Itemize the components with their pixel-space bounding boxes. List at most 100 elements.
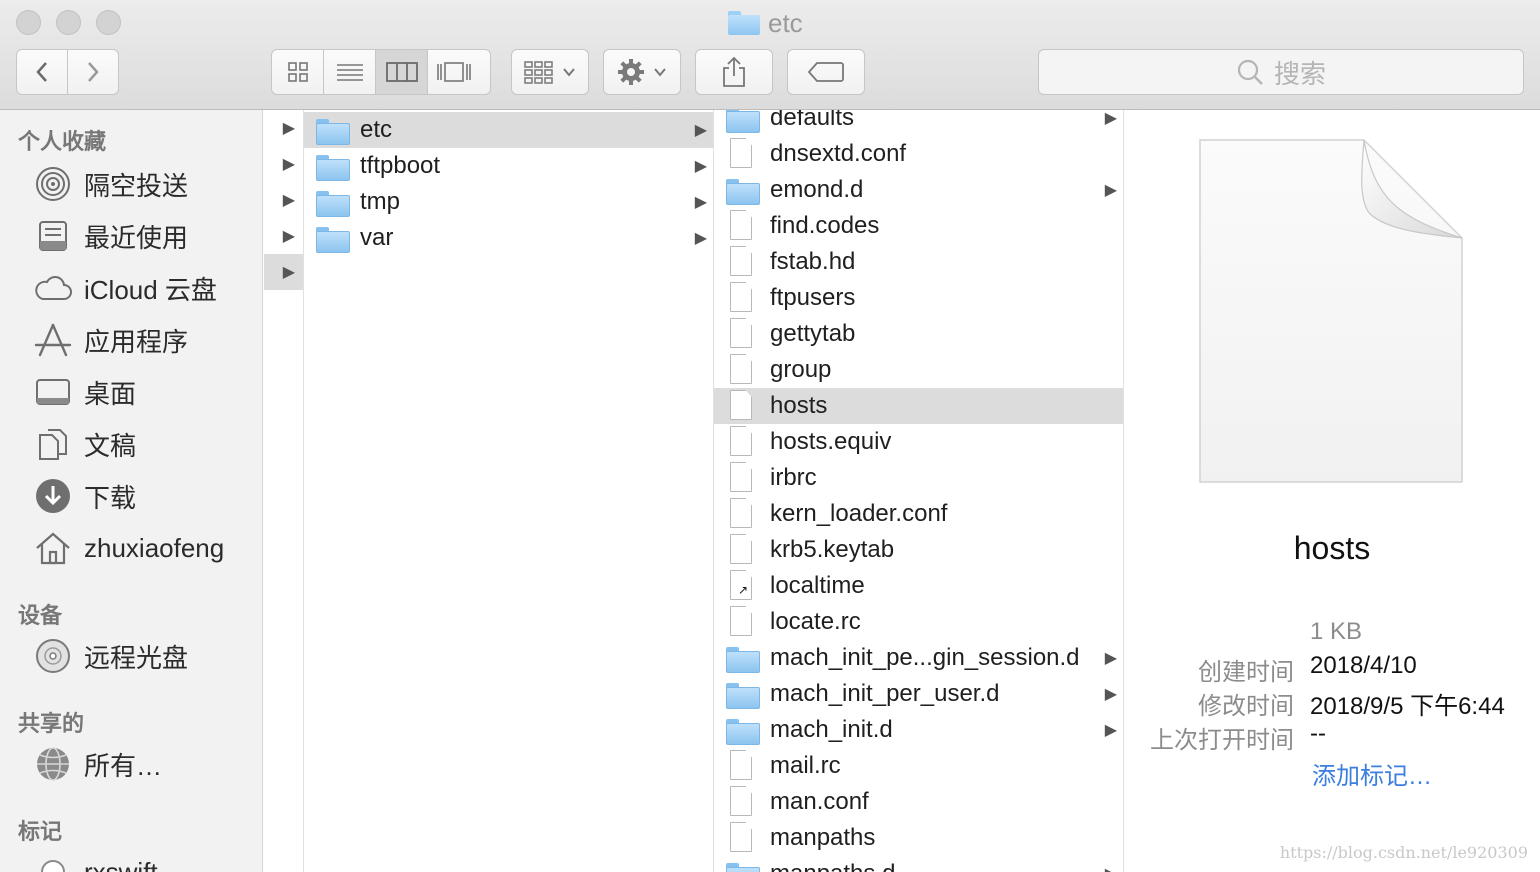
close-window-button[interactable] xyxy=(16,10,41,35)
sidebar-item-tag-rxswift[interactable]: rxswift xyxy=(34,850,158,872)
forward-button[interactable] xyxy=(68,50,118,94)
share-icon xyxy=(723,56,745,87)
list-item[interactable]: ▶ xyxy=(264,218,303,254)
sidebar-item-remote-disc[interactable]: 远程光盘 xyxy=(34,634,188,678)
file-row[interactable]: man.conf xyxy=(714,784,1123,820)
sidebar-item-all-shared[interactable]: 所有… xyxy=(34,742,162,786)
file-row[interactable]: krb5.keytab xyxy=(714,532,1123,568)
tag-icon xyxy=(807,62,844,82)
folder-icon xyxy=(726,110,760,133)
file-icon xyxy=(726,822,758,852)
last-opened-value: -- xyxy=(1310,720,1326,747)
list-view-button[interactable] xyxy=(324,50,376,94)
item-name: mach_init.d xyxy=(770,716,893,743)
folder-row[interactable]: defaults ▶ xyxy=(714,110,1123,136)
sidebar-item-label: 下载 xyxy=(84,482,137,513)
action-button[interactable] xyxy=(603,49,681,95)
sidebar-item-label: 隔空投送 xyxy=(84,170,189,201)
file-row[interactable]: ftpusers xyxy=(714,280,1123,316)
file-row[interactable]: hosts xyxy=(714,388,1123,424)
back-button[interactable] xyxy=(17,50,68,94)
file-row[interactable]: hosts.equiv xyxy=(714,424,1123,460)
disclosure-arrow-icon: ▶ xyxy=(1104,722,1117,739)
item-name: dnsextd.conf xyxy=(770,140,907,167)
list-item[interactable]: ▶ xyxy=(264,146,303,182)
item-name: etc xyxy=(360,116,393,143)
folder-row[interactable]: mach_init_pe...gin_session.d ▶ xyxy=(714,640,1123,676)
window-title: etc xyxy=(728,6,803,40)
gallery-view-icon xyxy=(437,62,471,82)
folder-row[interactable]: tmp ▶ xyxy=(304,184,713,220)
folder-row[interactable]: mach_init.d ▶ xyxy=(714,712,1123,748)
file-icon xyxy=(726,498,758,528)
file-row[interactable]: manpaths xyxy=(714,820,1123,856)
icon-view-button[interactable] xyxy=(272,50,324,94)
sidebar-item-applications[interactable]: 应用程序 xyxy=(34,318,188,362)
folder-row[interactable]: manpaths.d ▶ xyxy=(714,856,1123,872)
folder-row[interactable]: emond.d ▶ xyxy=(714,172,1123,208)
zoom-window-button[interactable] xyxy=(96,10,121,35)
item-name: tftpboot xyxy=(360,152,441,179)
disclosure-arrow-icon: ▶ xyxy=(282,156,295,173)
search-icon xyxy=(1237,59,1263,85)
file-row[interactable]: fstab.hd xyxy=(714,244,1123,280)
file-row[interactable]: locate.rc xyxy=(714,604,1123,640)
minimize-window-button[interactable] xyxy=(56,10,81,35)
file-row[interactable]: group xyxy=(714,352,1123,388)
file-row[interactable]: dnsextd.conf xyxy=(714,136,1123,172)
sidebar-item-home[interactable]: zhuxiaofeng xyxy=(34,526,224,570)
sidebar-item-recents[interactable]: 最近使用 xyxy=(34,214,188,258)
sidebar-item-airdrop[interactable]: 隔空投送 xyxy=(34,162,188,206)
file-row[interactable]: mail.rc xyxy=(714,748,1123,784)
folder-row[interactable]: mach_init_per_user.d ▶ xyxy=(714,676,1123,712)
item-name: locate.rc xyxy=(770,608,861,635)
list-item[interactable]: ▶ xyxy=(264,182,303,218)
edit-tags-button[interactable] xyxy=(787,49,865,95)
file-row[interactable]: irbrc xyxy=(714,460,1123,496)
file-icon xyxy=(726,390,758,420)
folder-icon xyxy=(316,153,350,181)
folder-icon xyxy=(316,225,350,253)
sidebar-header-tags: 标记 xyxy=(18,819,63,844)
sidebar-item-label: 远程光盘 xyxy=(84,642,189,673)
folder-icon xyxy=(316,117,350,145)
sidebar-item-documents[interactable]: 文稿 xyxy=(34,422,136,466)
gear-icon xyxy=(618,59,644,85)
list-item[interactable]: ▶ xyxy=(264,254,303,290)
add-tags-link[interactable]: 添加标记… xyxy=(1312,756,1432,791)
share-button[interactable] xyxy=(695,49,773,95)
sidebar-item-label: 文稿 xyxy=(84,430,137,461)
file-row[interactable]: ↗ localtime xyxy=(714,568,1123,604)
gallery-view-button[interactable] xyxy=(428,50,480,94)
disclosure-arrow-icon: ▶ xyxy=(1105,864,1117,872)
column-view-button[interactable] xyxy=(376,50,428,94)
item-name: man.conf xyxy=(770,788,869,815)
file-row[interactable]: kern_loader.conf xyxy=(714,496,1123,532)
item-name: hosts xyxy=(770,392,828,419)
sidebar-item-label: zhuxiaofeng xyxy=(84,532,225,563)
item-name: manpaths xyxy=(770,824,876,851)
document-icon xyxy=(1199,139,1463,483)
group-by-button[interactable] xyxy=(511,49,589,95)
folder-icon xyxy=(726,861,760,872)
disclosure-arrow-icon: ▶ xyxy=(1104,110,1117,127)
folder-row[interactable]: tftpboot ▶ xyxy=(304,148,713,184)
folder-row[interactable]: etc ▶ xyxy=(304,112,713,148)
file-row[interactable]: find.codes xyxy=(714,208,1123,244)
chevron-left-icon xyxy=(36,62,47,82)
toolbar: etc 搜索 xyxy=(0,0,1540,110)
search-field[interactable]: 搜索 xyxy=(1038,49,1524,95)
modified-value: 2018/9/5 下午6:44 xyxy=(1310,693,1505,720)
cloud-icon xyxy=(34,269,72,307)
sidebar-item-downloads[interactable]: 下载 xyxy=(34,474,136,518)
chevron-right-icon xyxy=(87,62,99,82)
item-name: find.codes xyxy=(770,212,880,239)
sidebar-item-desktop[interactable]: 桌面 xyxy=(34,370,136,414)
sidebar-item-icloud[interactable]: iCloud 云盘 xyxy=(34,266,217,310)
sidebar-header-shared: 共享的 xyxy=(18,711,85,736)
list-item[interactable]: ▶ xyxy=(264,110,303,146)
created-label: 创建时间 xyxy=(1198,659,1294,686)
folder-row[interactable]: var ▶ xyxy=(304,220,713,256)
disclosure-arrow-icon: ▶ xyxy=(1104,650,1117,667)
file-row[interactable]: gettytab xyxy=(714,316,1123,352)
